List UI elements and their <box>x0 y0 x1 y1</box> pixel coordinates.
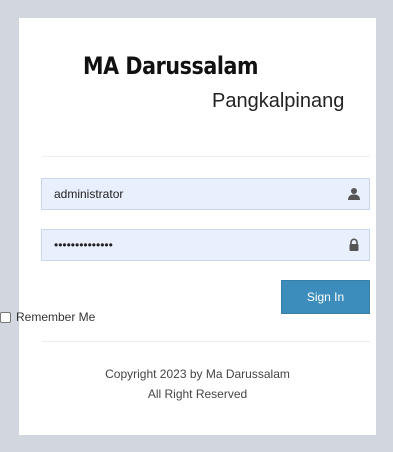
password-field-wrapper <box>41 229 370 261</box>
rights-text: All Right Reserved <box>147 387 248 401</box>
lock-icon <box>349 238 359 251</box>
brand-subtitle: Pangkalpinang <box>212 90 345 112</box>
sign-in-button[interactable]: Sign In <box>281 280 370 314</box>
checkbox-box[interactable] <box>0 311 11 323</box>
remember-me-checkbox[interactable]: Remember Me <box>0 310 95 324</box>
login-card: MA Darussalam Pangkalpinang Remember Me … <box>0 18 376 435</box>
username-input[interactable] <box>42 179 332 209</box>
username-field-wrapper <box>41 178 370 210</box>
remember-me-label: Remember Me <box>16 310 96 324</box>
header-divider <box>42 156 370 157</box>
password-input[interactable] <box>42 230 332 260</box>
footer-divider <box>42 341 370 342</box>
copyright-text: Copyright 2023 by Ma Darussalam <box>105 367 290 381</box>
user-icon <box>348 188 360 200</box>
brand-title: MA Darussalam <box>83 52 259 80</box>
